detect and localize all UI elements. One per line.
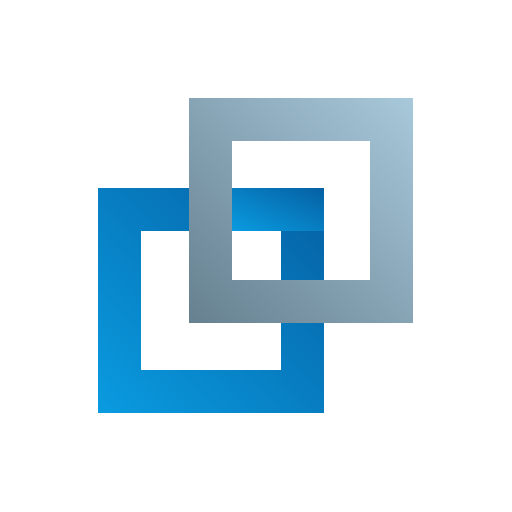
- interlocked-squares-logo-icon: [98, 98, 413, 413]
- logo-canvas: [0, 0, 512, 512]
- blue-interlock-segment: [232, 188, 324, 231]
